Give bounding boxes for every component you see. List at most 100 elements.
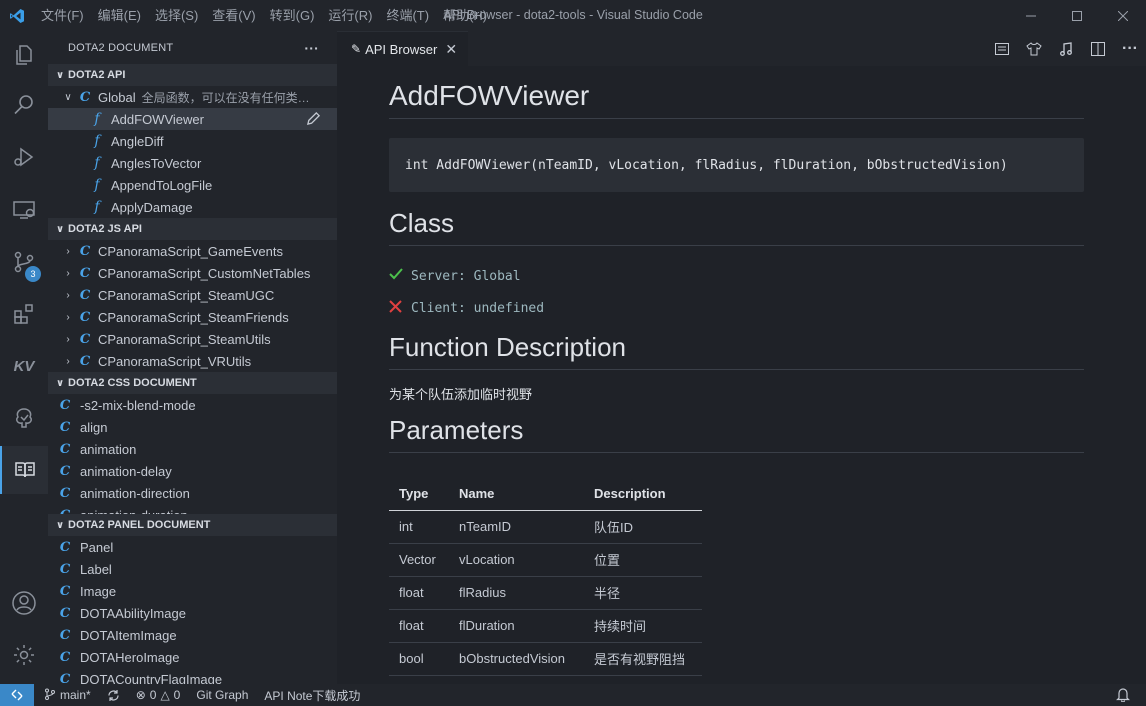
source-control-icon[interactable]: 3 [0,238,48,286]
param-description: 位置 [584,543,702,577]
more-actions-icon[interactable]: ··· [304,40,319,56]
explorer-icon[interactable] [0,31,48,79]
chevron-down-icon: ∨ [55,223,65,235]
menu-terminal[interactable]: 终端(T) [379,0,436,31]
list-item[interactable]: C align [48,416,337,438]
window-controls [1008,0,1146,31]
function-icon: f [94,133,100,149]
param-type: float [389,576,449,610]
class-icon: C [79,353,91,369]
list-item[interactable]: C animation-direction [48,482,337,504]
settings-gear-icon[interactable] [0,631,48,679]
extensions-icon[interactable] [0,290,48,338]
minimize-icon[interactable] [1008,0,1054,31]
list-item[interactable]: C DOTAAbilityImage [48,602,337,624]
class-icon: C [59,485,71,501]
list-item[interactable]: C DOTAHeroImage [48,646,337,668]
menu-view[interactable]: 查看(V) [205,0,262,31]
param-type: Vector [389,543,449,577]
tree-item-function[interactable]: f AppendToLogFile [48,174,337,196]
tree-item-function[interactable]: f ApplyDamage [48,196,337,218]
tree-item-global[interactable]: ∨ C Global 全局函数，可以在没有任何类的... [48,86,337,108]
chevron-right-icon: › [66,333,70,345]
list-item-label: DOTACountryFlagImage [80,671,223,685]
section-dota2-panel-document[interactable]: ∨ DOTA2 PANEL DOCUMENT [48,514,337,536]
branch-status[interactable]: main* [36,688,99,703]
tree-item-label: ApplyDamage [111,199,193,215]
close-tab-icon[interactable]: ✕ [445,41,457,58]
list-item[interactable]: C Image [48,580,337,602]
kv-icon[interactable]: KV [0,342,48,390]
api-browser-icon[interactable] [0,446,48,494]
list-item[interactable]: C DOTAItemImage [48,624,337,646]
list-item[interactable]: C DOTACountryFlagImage [48,668,337,685]
chevron-right-icon: › [66,355,70,367]
list-item[interactable]: C animation-duration [48,504,337,515]
problems-status[interactable]: ⊗ 0 △ 0 [128,688,189,702]
editor-actions: ··· [992,31,1140,66]
warning-count: 0 [173,688,181,702]
git-graph-button[interactable]: Git Graph [188,688,256,702]
preview-icon[interactable] [992,39,1012,59]
shirt-icon[interactable] [1024,39,1044,59]
warning-icon: △ [160,688,170,702]
menu-selection[interactable]: 选择(S) [148,0,205,31]
tab-bar: ✎ API Browser ✕ ··· [337,31,1146,66]
remote-indicator-icon[interactable] [0,684,34,706]
column-header: Type [389,477,449,511]
api-document: AddFOWViewer int AddFOWViewer(nTeamID, v… [389,66,1084,676]
tree-item-class[interactable]: › C CPanoramaScript_GameEvents [48,240,337,262]
list-item[interactable]: C Label [48,558,337,580]
run-debug-icon[interactable] [0,133,48,181]
menu-bar: 文件(F) 编辑(E) 选择(S) 查看(V) 转到(G) 运行(R) 终端(T… [34,0,494,31]
section-dota2-js-api[interactable]: ∨ DOTA2 JS API [48,218,337,240]
tree-item-function[interactable]: f AddFOWViewer [48,108,337,130]
edit-pencil-icon[interactable] [306,111,321,129]
menu-run[interactable]: 运行(R) [321,0,379,31]
param-name: flRadius [449,576,584,610]
tree-item-function[interactable]: f AngleDiff [48,130,337,152]
table-row: Vector vLocation 位置 [389,543,702,577]
menu-go[interactable]: 转到(G) [263,0,322,31]
tree-item-function[interactable]: f AnglesToVector [48,152,337,174]
accounts-icon[interactable] [0,579,48,627]
chevron-right-icon: › [66,311,70,323]
list-item[interactable]: C Panel [48,536,337,558]
section-dota2-css-document[interactable]: ∨ DOTA2 CSS DOCUMENT [48,372,337,394]
table-header-row: Type Name Description [389,477,702,511]
tree-item-class[interactable]: › C CPanoramaScript_VRUtils [48,350,337,372]
list-item-label: DOTAAbilityImage [80,605,186,621]
class-icon: C [59,539,71,555]
tab-api-browser[interactable]: ✎ API Browser ✕ [337,31,468,66]
vscode-logo-icon [0,0,34,31]
close-window-icon[interactable] [1100,0,1146,31]
tree-item-class[interactable]: › C CPanoramaScript_SteamUGC [48,284,337,306]
remote-explorer-icon[interactable] [0,186,48,234]
error-icon: ⊗ [135,688,146,702]
sync-icon[interactable] [99,689,128,702]
tree-item-class[interactable]: › C CPanoramaScript_SteamUtils [48,328,337,350]
split-editor-icon[interactable] [1088,39,1108,59]
list-item[interactable]: C animation [48,438,337,460]
menu-file[interactable]: 文件(F) [34,0,91,31]
tree-view-icon[interactable] [0,394,48,442]
class-icon: C [59,441,71,457]
tree-item-class[interactable]: › C CPanoramaScript_CustomNetTables [48,262,337,284]
music-note-icon[interactable] [1056,39,1076,59]
maximize-icon[interactable] [1054,0,1100,31]
param-type: int [389,510,449,544]
section-dota2-api[interactable]: ∨ DOTA2 API [48,64,337,86]
notifications-bell-icon[interactable] [1116,687,1130,705]
menu-edit[interactable]: 编辑(E) [91,0,148,31]
chevron-down-icon: ∨ [55,69,65,81]
list-item[interactable]: C animation-delay [48,460,337,482]
menu-help[interactable]: 帮助(H) [436,0,494,31]
tree-item-class[interactable]: › C CPanoramaScript_SteamFriends [48,306,337,328]
param-type: float [389,609,449,643]
list-item[interactable]: C -s2-mix-blend-mode [48,394,337,416]
param-name: bObstructedVision [449,642,584,676]
status-bar: main* ⊗ 0 △ 0 Git Graph API Note下载成功 [0,684,1146,706]
section-title: DOTA2 JS API [68,223,142,235]
search-icon[interactable] [0,81,48,129]
more-actions-icon[interactable]: ··· [1120,39,1140,59]
